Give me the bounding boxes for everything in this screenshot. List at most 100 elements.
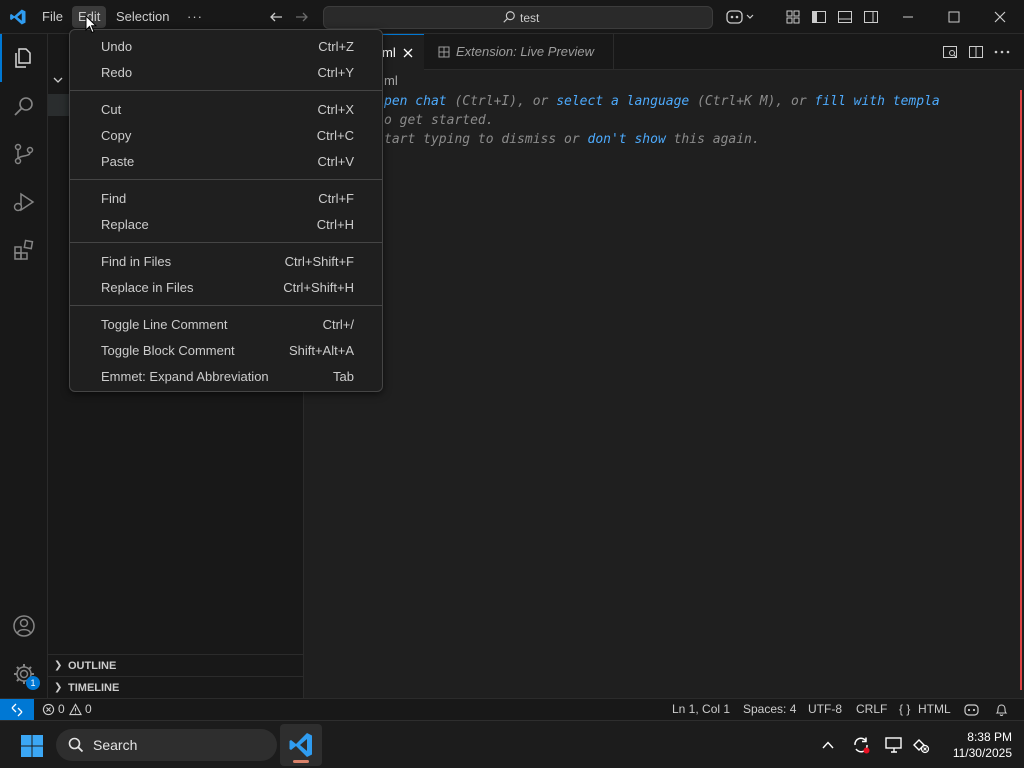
source-control-icon[interactable] <box>0 130 48 178</box>
clock-date: 11/30/2025 <box>952 746 1012 760</box>
open-preview-icon[interactable] <box>942 44 958 60</box>
errors-count[interactable]: 0 <box>58 702 65 716</box>
menu-file[interactable]: File <box>36 6 69 28</box>
minimize-button[interactable] <box>885 0 931 34</box>
command-center-search[interactable]: test <box>323 6 713 29</box>
manage-badge: 1 <box>26 676 40 690</box>
indentation[interactable]: Spaces: 4 <box>743 702 796 716</box>
explorer-icon[interactable] <box>0 34 48 82</box>
close-tab-icon[interactable] <box>402 47 414 59</box>
outline-label: OUTLINE <box>68 660 117 672</box>
toggle-primary-sidebar-icon[interactable] <box>811 9 827 25</box>
chevron-up-icon[interactable] <box>820 737 836 753</box>
back-arrow-icon[interactable] <box>268 9 284 25</box>
run-and-debug-icon[interactable] <box>0 178 48 226</box>
timeline-label: TIMELINE <box>68 682 120 694</box>
mouse-cursor-icon <box>85 15 97 34</box>
taskbar-active-indicator <box>293 760 309 763</box>
hint-text: (Ctrl+K M), or <box>689 94 815 109</box>
hint-text: (Ctrl+I), or <box>446 94 557 109</box>
cursor-position[interactable]: Ln 1, Col 1 <box>672 702 730 716</box>
timeline-section-header[interactable]: ❯ TIMELINE <box>48 676 303 698</box>
windows-taskbar: Search <box>0 720 1024 768</box>
accounts-icon[interactable] <box>0 602 48 650</box>
chevron-right-icon: ❯ <box>54 682 63 693</box>
maximize-button[interactable] <box>931 0 977 34</box>
tab-live-preview[interactable]: Extension: Live Preview <box>424 34 614 70</box>
sync-icon[interactable] <box>851 735 871 755</box>
close-window-button[interactable] <box>977 0 1023 34</box>
copilot-status-icon[interactable] <box>964 703 979 717</box>
extensions-icon[interactable] <box>0 226 48 274</box>
menu-selection[interactable]: Selection <box>110 6 175 28</box>
language-mode[interactable]: HTML <box>918 702 951 716</box>
errors-icon[interactable] <box>42 703 55 716</box>
command-center-text: test <box>520 11 540 25</box>
menu-item-toggle-block-comment[interactable]: Toggle Block Comment Shift+Alt+A <box>70 338 382 364</box>
chevron-down-icon[interactable] <box>52 74 64 86</box>
edit-menu-dropdown: Undo Ctrl+Z Redo Ctrl+Y Cut Ctrl+X Copy Ctrl… <box>69 29 383 392</box>
forward-arrow-icon[interactable] <box>294 9 310 25</box>
tab-label: ml <box>382 45 396 60</box>
menu-separator <box>70 305 382 306</box>
menu-item-emmet-expand[interactable]: Emmet: Expand Abbreviation Tab <box>70 364 382 390</box>
manage-gear-icon[interactable] <box>0 650 48 698</box>
menu-item-paste[interactable]: Paste Ctrl+V <box>70 149 382 175</box>
menu-item-find[interactable]: Find Ctrl+F <box>70 186 382 212</box>
warnings-count[interactable]: 0 <box>85 702 92 716</box>
menu-item-find-in-files[interactable]: Find in Files Ctrl+Shift+F <box>70 249 382 275</box>
toggle-secondary-sidebar-icon[interactable] <box>863 9 879 25</box>
menu-item-toggle-line-comment[interactable]: Toggle Line Comment Ctrl+/ <box>70 312 382 338</box>
customize-layout-icon[interactable] <box>785 9 801 25</box>
menu-item-replace[interactable]: Replace Ctrl+H <box>70 212 382 238</box>
more-actions-icon[interactable] <box>994 50 1010 54</box>
editor-hint-line-1: pen chat (Ctrl+I), or select a language … <box>384 94 940 109</box>
warning-icon[interactable] <box>69 703 82 716</box>
network-icon[interactable] <box>911 735 931 755</box>
copilot-icon[interactable] <box>726 9 756 25</box>
menu-separator <box>70 242 382 243</box>
hint-text: tart typing to dismiss or <box>384 132 588 147</box>
encoding[interactable]: UTF-8 <box>808 702 842 716</box>
breadcrumb[interactable]: ml <box>384 73 398 88</box>
taskbar-clock[interactable]: 8:38 PM 11/30/2025 <box>936 729 1012 761</box>
clock-time: 8:38 PM <box>967 730 1012 744</box>
hint-text: this again. <box>665 132 760 147</box>
end-of-line[interactable]: CRLF <box>856 702 887 716</box>
search-icon <box>68 737 84 753</box>
split-editor-icon[interactable] <box>968 44 984 60</box>
braces-icon: { } <box>899 702 911 716</box>
toggle-panel-icon[interactable] <box>837 9 853 25</box>
menu-separator <box>70 179 382 180</box>
outline-section-header[interactable]: ❯ OUTLINE <box>48 654 303 676</box>
open-chat-link[interactable]: pen chat <box>384 94 447 109</box>
editor-hint-line-3: tart typing to dismiss or don't show thi… <box>384 132 760 147</box>
vscode-logo-icon <box>9 8 27 26</box>
taskbar-search-label: Search <box>93 737 138 753</box>
menu-item-redo[interactable]: Redo Ctrl+Y <box>70 60 382 86</box>
remote-indicator[interactable] <box>0 699 34 721</box>
menu-separator <box>70 90 382 91</box>
editor-scrollbar[interactable] <box>1014 90 1024 696</box>
dont-show-link[interactable]: don't show <box>588 132 666 147</box>
chevron-right-icon: ❯ <box>54 660 63 671</box>
search-icon <box>502 10 516 24</box>
select-language-link[interactable]: select a language <box>556 94 689 109</box>
menu-more[interactable]: ··· <box>181 6 209 28</box>
windows-start-icon[interactable] <box>20 734 44 758</box>
editor-hint-line-2: o get started. <box>384 113 494 128</box>
menu-item-copy[interactable]: Copy Ctrl+C <box>70 123 382 149</box>
search-view-icon[interactable] <box>0 82 48 130</box>
taskbar-search[interactable]: Search <box>56 729 277 761</box>
menu-item-undo[interactable]: Undo Ctrl+Z <box>70 34 382 60</box>
tab-label: Extension: Live Preview <box>456 44 595 59</box>
notifications-bell-icon[interactable] <box>995 703 1008 717</box>
preview-tab-icon <box>438 46 450 58</box>
menu-item-cut[interactable]: Cut Ctrl+X <box>70 97 382 123</box>
activity-bar <box>0 34 48 698</box>
scrollbar-marker <box>1020 90 1022 690</box>
display-icon[interactable] <box>884 735 904 755</box>
fill-template-link[interactable]: fill with templa <box>815 94 940 109</box>
editor-tabs: ml Extension: Live Preview <box>304 34 1024 70</box>
menu-item-replace-in-files[interactable]: Replace in Files Ctrl+Shift+H <box>70 275 382 301</box>
